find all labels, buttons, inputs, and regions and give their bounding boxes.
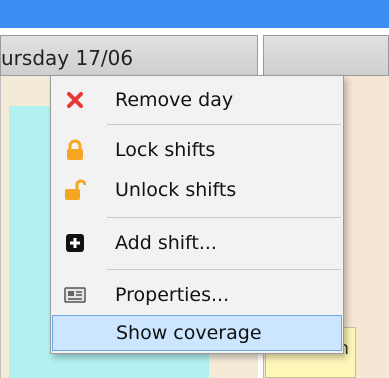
menu-item-label: Add shift... <box>115 232 217 254</box>
menu-separator <box>107 124 341 125</box>
menu-item-label: Lock shifts <box>115 139 216 161</box>
close-icon <box>64 89 86 111</box>
menu-separator <box>107 217 341 218</box>
menu-item-remove-day[interactable]: Remove day <box>52 82 342 118</box>
menu-item-unlock-shifts[interactable]: Unlock shifts <box>52 172 342 208</box>
menu-item-properties[interactable]: Properties... <box>52 277 342 313</box>
unlock-icon <box>64 179 86 201</box>
menu-item-show-coverage[interactable]: Show coverage <box>52 315 342 351</box>
properties-icon <box>64 284 86 306</box>
menu-separator <box>107 269 341 270</box>
lock-icon <box>64 139 86 161</box>
day-header[interactable]: ursday 17/06 <box>0 35 258 76</box>
top-bar <box>0 0 389 28</box>
menu-item-add-shift[interactable]: Add shift... <box>52 225 342 261</box>
menu-item-label: Properties... <box>115 284 230 306</box>
menu-item-label: Show coverage <box>116 322 262 344</box>
menu-item-lock-shifts[interactable]: Lock shifts <box>52 132 342 168</box>
next-day-header[interactable] <box>263 35 389 76</box>
day-title: ursday 17/06 <box>1 46 134 70</box>
menu-item-label: Remove day <box>115 89 234 111</box>
context-menu: Remove day Lock shifts Unlock shifts Add… <box>50 75 344 354</box>
app-window: ursday 17/06 n Remove day <box>0 0 389 378</box>
menu-item-label: Unlock shifts <box>115 179 237 201</box>
plus-square-icon <box>64 232 86 254</box>
